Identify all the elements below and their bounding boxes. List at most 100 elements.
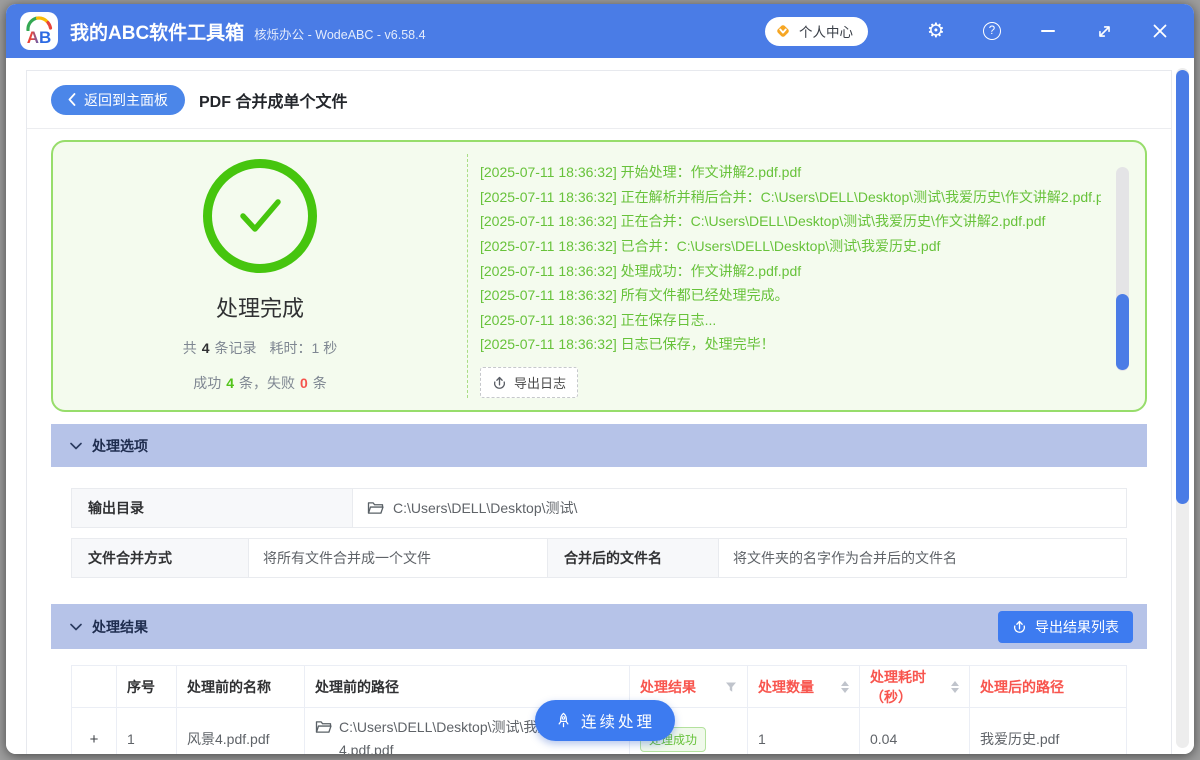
upload-icon (1013, 620, 1026, 633)
log-scrollbar-thumb[interactable] (1116, 294, 1129, 370)
section-header-options[interactable]: 处理选项 (51, 424, 1147, 467)
log-line: [2025-07-11 18:36:32] 所有文件都已经处理完成。 (480, 287, 789, 304)
header-elapsed: 处理耗时（秒） (860, 665, 970, 708)
help-icon: ? (983, 22, 1001, 40)
header-count-label: 处理数量 (758, 678, 814, 695)
continue-processing-button[interactable]: 连续处理 (535, 700, 676, 741)
output-dir-label: 输出目录 (72, 489, 352, 527)
app-title: 我的ABC软件工具箱 (70, 22, 245, 44)
header-result-label: 处理结果 (640, 678, 696, 695)
back-button[interactable]: 返回到主面板 (51, 84, 185, 115)
maximize-button[interactable] (1090, 17, 1118, 45)
row-count: 1 (748, 708, 860, 754)
section-header-results[interactable]: 处理结果 导出结果列表 (51, 604, 1147, 649)
help-button[interactable]: ? (978, 17, 1006, 45)
export-log-button[interactable]: 导出日志 (480, 367, 579, 398)
filter-icon[interactable] (725, 681, 737, 693)
total-prefix: 共 (182, 340, 197, 356)
chevron-left-icon (68, 93, 76, 106)
log-line: [2025-07-11 18:36:32] 开始处理：作文讲解2.pdf.pdf (480, 164, 802, 180)
export-results-label: 导出结果列表 (1035, 618, 1119, 635)
row-path-after: 我爱历史.pdf (970, 708, 1127, 754)
close-icon (1153, 24, 1167, 38)
folder-icon (315, 721, 332, 733)
fail-count: 0 (300, 375, 308, 391)
row-elapsed: 0.04 (860, 708, 970, 754)
vip-diamond-icon (777, 25, 789, 37)
content-card: 返回到主面板 PDF 合并成单个文件 处理完成 共 4 条记录 耗时：1 秒 成… (26, 70, 1172, 754)
logo-text: AB (26, 28, 52, 47)
row-name-before: 风景4.pdf.pdf (177, 708, 305, 754)
row-index: 1 (117, 708, 177, 754)
output-dir-value: C:\Users\DELL\Desktop\测试\ (393, 500, 578, 516)
total-count: 4 (201, 340, 210, 356)
merge-mode-label: 文件合并方式 (72, 539, 248, 577)
status-panel: 处理完成 共 4 条记录 耗时：1 秒 成功 4 条，失败 0 条 [2025-… (51, 140, 1147, 412)
log-line: [2025-07-11 18:36:32] 正在保存日志... (480, 311, 717, 328)
rocket-icon (558, 712, 569, 728)
row-expand-cell[interactable]: + (71, 708, 117, 754)
gear-icon: ⚙ (927, 20, 945, 42)
header-index: 序号 (117, 665, 177, 708)
log-line: [2025-07-11 18:36:32] 已合并：C:\Users\DELL\… (480, 237, 941, 254)
app-body: 返回到主面板 PDF 合并成单个文件 处理完成 共 4 条记录 耗时：1 秒 成… (6, 58, 1194, 754)
merged-name-value: 将文件夹的名字作为合并后的文件名 (718, 539, 1126, 577)
back-button-label: 返回到主面板 (84, 91, 168, 108)
merge-mode-value: 将所有文件合并成一个文件 (248, 539, 548, 577)
log-scrollbar[interactable] (1116, 167, 1129, 371)
merged-name-label: 合并后的文件名 (548, 539, 718, 577)
app-logo: AB (20, 12, 58, 50)
title-bar: AB 我的ABC软件工具箱 核烁办公 - WodeABC - v6.58.4 个… (6, 4, 1194, 58)
header-count: 处理数量 (748, 665, 860, 708)
status-title: 处理完成 (215, 296, 304, 321)
app-subtitle: 核烁办公 - WodeABC - v6.58.4 (254, 28, 426, 42)
page-header: 返回到主面板 PDF 合并成单个文件 (27, 71, 1171, 129)
elapsed-text: 耗时：1 秒 (269, 340, 338, 356)
success-label: 成功 (193, 375, 222, 391)
expand-row-icon[interactable]: + (90, 731, 99, 748)
chevron-down-icon (70, 442, 82, 449)
page-scrollbar[interactable] (1176, 68, 1189, 748)
header-elapsed-label: 处理耗时（秒） (870, 668, 926, 705)
header-path-after: 处理后的路径 (970, 665, 1127, 708)
options-body: 输出目录 C:\Users\DELL\Desktop\测试\ 文件合并方式 将所… (51, 467, 1147, 594)
export-log-label: 导出日志 (514, 376, 567, 391)
close-button[interactable] (1146, 17, 1174, 45)
folder-icon (367, 502, 384, 514)
export-results-button[interactable]: 导出结果列表 (998, 610, 1133, 643)
fail-suffix: 条 (312, 375, 327, 391)
user-center-label: 个人中心 (799, 25, 853, 40)
status-total-line: 共 4 条记录 耗时：1 秒 (183, 338, 337, 358)
between-label: 条，失败 (239, 375, 295, 391)
status-summary: 处理完成 共 4 条记录 耗时：1 秒 成功 4 条，失败 0 条 (53, 142, 467, 410)
continue-processing-label: 连续处理 (581, 713, 656, 731)
sort-icon[interactable] (841, 680, 849, 693)
user-center-button[interactable]: 个人中心 (765, 16, 868, 46)
total-suffix: 条记录 (214, 340, 257, 356)
sort-icon[interactable] (951, 680, 959, 693)
minimize-button[interactable] (1034, 17, 1062, 45)
log-line: [2025-07-11 18:36:32] 处理成功：作文讲解2.pdf.pdf (480, 262, 802, 279)
chevron-down-icon (70, 623, 82, 630)
check-icon (240, 199, 281, 232)
minimize-icon (1041, 30, 1055, 32)
logo-arc-icon (26, 16, 53, 31)
titlebar-controls: 个人中心 ⚙ ? (765, 16, 1174, 46)
page-scrollbar-thumb[interactable] (1176, 70, 1189, 504)
option-row-merge: 文件合并方式 将所有文件合并成一个文件 合并后的文件名 将文件夹的名字作为合并后… (71, 538, 1127, 578)
card-body: 处理完成 共 4 条记录 耗时：1 秒 成功 4 条，失败 0 条 [2025-… (27, 129, 1171, 754)
success-circle-icon (203, 159, 317, 273)
page-title: PDF 合并成单个文件 (199, 93, 348, 111)
results-section-title: 处理结果 (92, 618, 148, 635)
upload-icon (493, 376, 506, 389)
resize-icon (1098, 25, 1110, 37)
status-result-line: 成功 4 条，失败 0 条 (193, 373, 327, 393)
option-row-output-dir: 输出目录 C:\Users\DELL\Desktop\测试\ (71, 488, 1127, 528)
options-section-title: 处理选项 (92, 437, 148, 454)
log-area: [2025-07-11 18:36:32] 开始处理：作文讲解2.pdf.pdf… (468, 142, 1145, 410)
settings-button[interactable]: ⚙ (922, 17, 950, 45)
log-line: [2025-07-11 18:36:32] 正在合并：C:\Users\DELL… (480, 213, 1046, 230)
success-count: 4 (226, 375, 234, 391)
output-dir-value-cell[interactable]: C:\Users\DELL\Desktop\测试\ (352, 489, 1126, 527)
header-expand (71, 665, 117, 708)
